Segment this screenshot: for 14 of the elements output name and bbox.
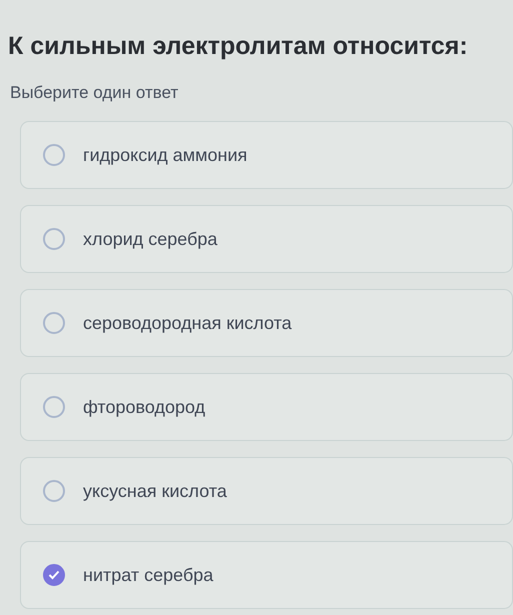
answer-option[interactable]: уксусная кислота xyxy=(20,457,513,525)
answer-option[interactable]: хлорид серебра xyxy=(20,205,513,273)
instruction-text: Выберите один ответ xyxy=(10,83,180,103)
radio-icon[interactable] xyxy=(43,396,65,418)
radio-icon[interactable] xyxy=(43,144,65,166)
answer-option[interactable]: нитрат серебра xyxy=(20,541,513,609)
radio-icon[interactable] xyxy=(43,228,65,250)
radio-icon[interactable] xyxy=(43,312,65,334)
answer-option[interactable]: фтороводород xyxy=(20,373,513,441)
answer-option[interactable]: сероводородная кислота xyxy=(20,289,513,357)
answer-option[interactable]: гидроксид аммония xyxy=(20,121,513,189)
radio-icon[interactable] xyxy=(43,480,65,502)
question-title: К сильным электролитам относится: xyxy=(8,32,469,61)
radio-checked-icon[interactable] xyxy=(43,564,65,586)
